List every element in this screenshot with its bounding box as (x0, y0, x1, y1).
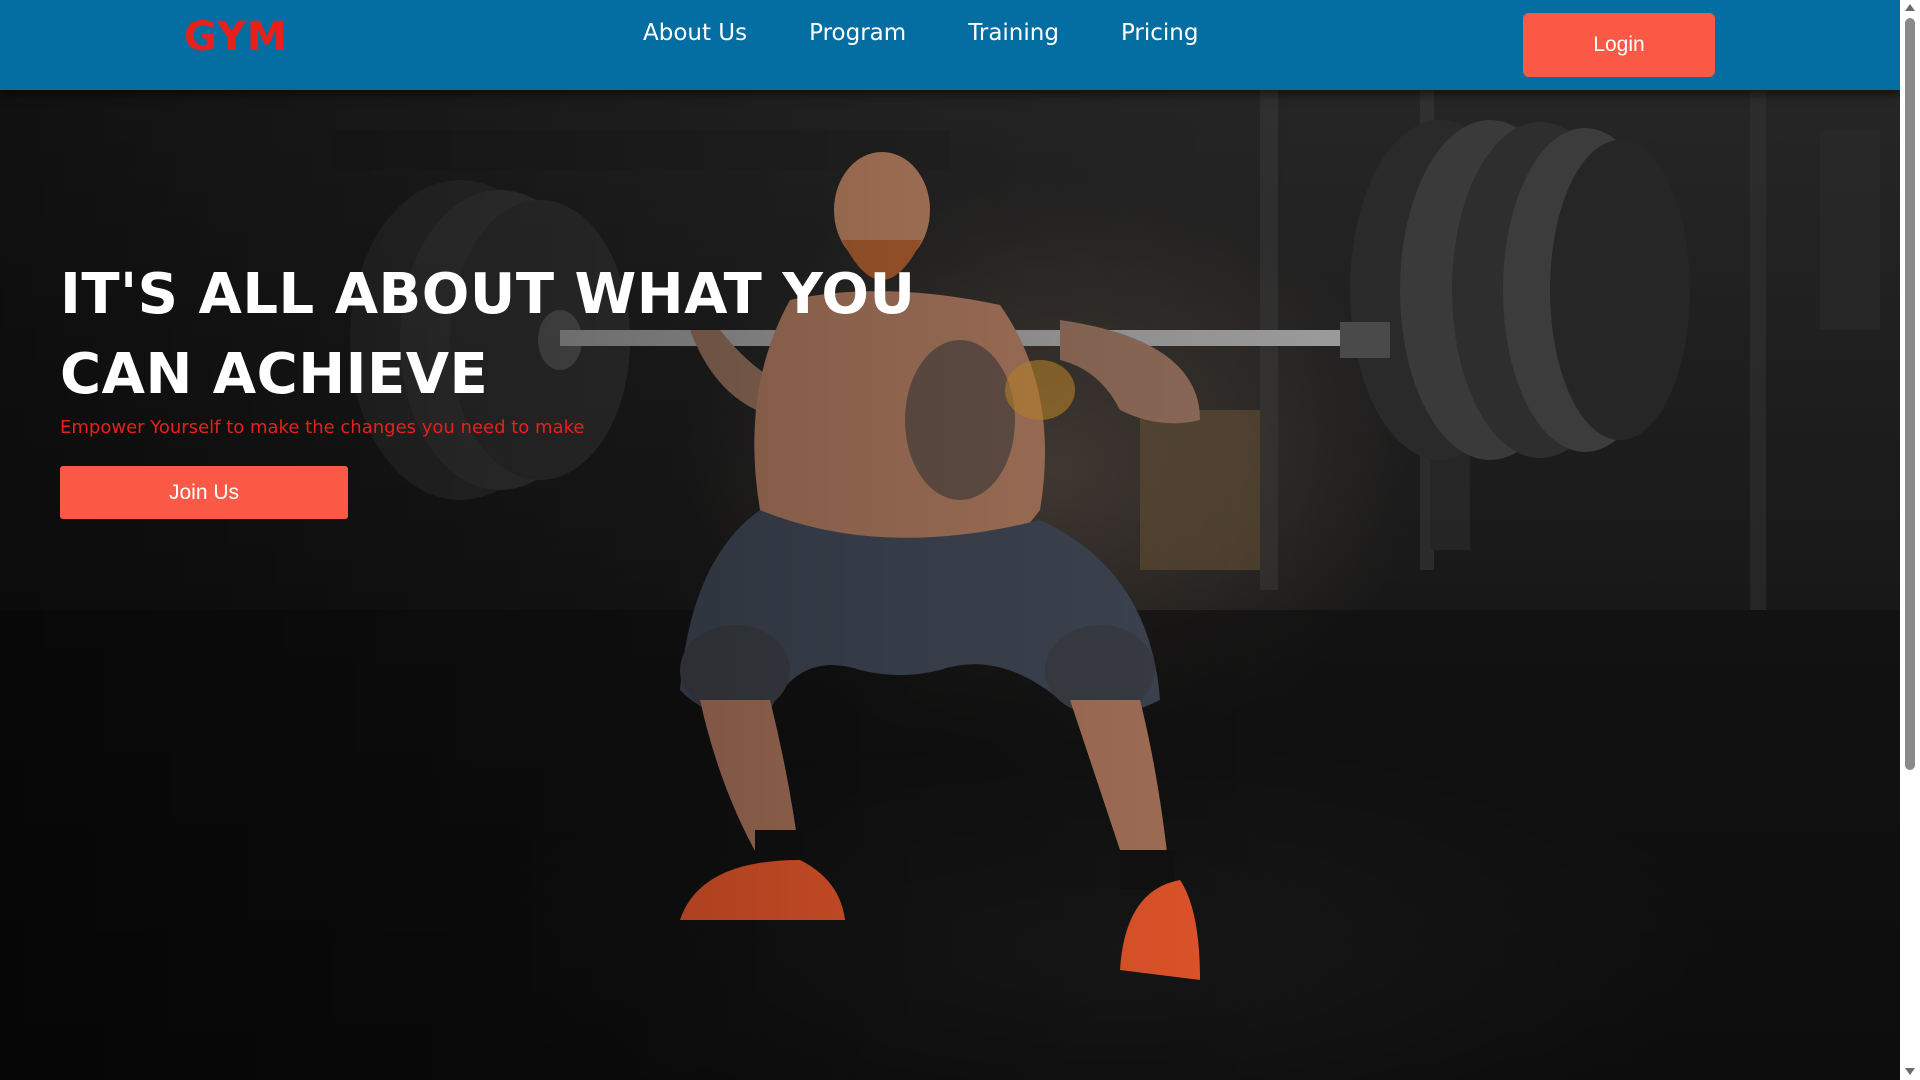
hero-section: IT'S ALL ABOUT WHAT YOU CAN ACHIEVE Empo… (0, 90, 1900, 1080)
page: GYM About Us Program Training Pricing Lo… (0, 0, 1900, 1080)
login-button[interactable]: Login (1523, 13, 1715, 77)
scrollbar-thumb[interactable] (1905, 18, 1915, 770)
nav-link-about-us[interactable]: About Us (643, 20, 747, 46)
nav-link-pricing[interactable]: Pricing (1121, 20, 1199, 46)
main-nav: About Us Program Training Pricing (643, 20, 1260, 46)
nav-link-program[interactable]: Program (809, 20, 906, 46)
scroll-down-arrow-icon[interactable] (1905, 1068, 1915, 1075)
join-us-button[interactable]: Join Us (60, 466, 348, 519)
scroll-up-arrow-icon[interactable] (1905, 4, 1915, 11)
hero-headline-line-2: CAN ACHIEVE (60, 342, 489, 407)
vertical-scrollbar[interactable] (1900, 0, 1920, 1080)
hero-subtitle: Empower Yourself to make the changes you… (60, 417, 585, 438)
nav-link-training[interactable]: Training (968, 20, 1059, 46)
hero-shade (0, 90, 1900, 1080)
hero-headline-line-1: IT'S ALL ABOUT WHAT YOU (60, 262, 916, 327)
hero-content: IT'S ALL ABOUT WHAT YOU CAN ACHIEVE Empo… (60, 255, 960, 519)
hero-headline: IT'S ALL ABOUT WHAT YOU CAN ACHIEVE (60, 255, 960, 415)
site-logo[interactable]: GYM (184, 14, 288, 60)
top-navbar: GYM About Us Program Training Pricing Lo… (0, 0, 1900, 90)
